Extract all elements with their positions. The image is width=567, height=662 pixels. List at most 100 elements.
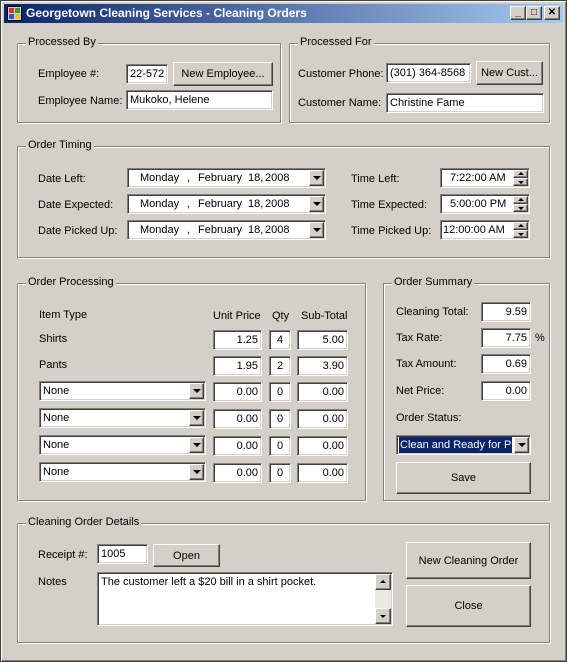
order-status-combo-button[interactable] (514, 437, 529, 453)
time-expected-value: 5:00:00 PM (450, 198, 507, 210)
time-expected-down-button[interactable] (513, 204, 528, 212)
scroll-up-icon (380, 580, 386, 583)
item-1-subtotal-field[interactable]: 0.00 (297, 382, 348, 402)
pants-qty-field[interactable]: 2 (269, 356, 291, 376)
employee-num-field[interactable]: 22-572 (126, 64, 168, 84)
item-type-combo-2[interactable]: None (39, 408, 206, 428)
time-expected-picker[interactable]: 5:00:00 PM (440, 194, 530, 214)
time-expected-up-button[interactable] (513, 196, 528, 204)
item-type-header: Item Type (39, 309, 88, 321)
shirts-qty-field[interactable]: 4 (269, 330, 291, 350)
cleaning-order-details-title: Cleaning Order Details (26, 516, 142, 528)
shirts-label: Shirts (39, 333, 68, 345)
scroll-down-button[interactable] (375, 608, 391, 624)
tax-rate-field[interactable]: 7.75 (481, 328, 531, 348)
time-picked-up-picker[interactable]: 12:00:00 AM (440, 220, 530, 240)
notes-scrollbar[interactable] (375, 574, 391, 624)
date-picked-up-month: February (198, 224, 243, 236)
cleaning-total-field[interactable]: 9.59 (481, 302, 531, 322)
date-picked-up-dropdown-button[interactable] (309, 222, 324, 238)
time-picked-up-value: 12:00:00 AM (443, 224, 505, 236)
time-left-down-button[interactable] (513, 178, 528, 186)
employee-name-field[interactable]: Mukoko, Helene (126, 90, 273, 110)
date-left-dropdown-button[interactable] (309, 170, 324, 186)
shirts-unit-price-field[interactable]: 1.25 (213, 330, 262, 350)
processed-by-title: Processed By (26, 36, 98, 48)
item-3-unit-price-field[interactable]: 0.00 (213, 436, 262, 456)
item-2-subtotal-field[interactable]: 0.00 (297, 409, 348, 429)
date-expected-label: Date Expected: (38, 199, 114, 211)
notes-label: Notes (38, 576, 67, 588)
chevron-down-icon (192, 443, 201, 447)
item-1-qty-field[interactable]: 0 (269, 382, 291, 402)
order-status-combo[interactable]: Clean and Ready for Pic (396, 435, 531, 455)
spin-up-icon (517, 198, 524, 201)
item-type-combo-1-value: None (43, 385, 70, 397)
receipt-label: Receipt #: (38, 549, 88, 561)
scroll-up-button[interactable] (375, 574, 391, 590)
new-employee-button[interactable]: New Employee... (173, 62, 273, 86)
receipt-num-field[interactable]: 1005 (97, 544, 148, 564)
item-type-combo-4[interactable]: None (39, 462, 206, 482)
save-button[interactable]: Save (396, 462, 531, 494)
minimize-icon: _ (515, 7, 521, 18)
shirts-subtotal-field[interactable]: 5.00 (297, 330, 348, 350)
employee-name-label: Employee Name: (38, 95, 123, 107)
item-type-combo-1-button[interactable] (189, 383, 204, 399)
unit-price-header: Unit Price (213, 310, 261, 322)
close-icon: ✕ (547, 7, 557, 18)
spin-down-icon (517, 207, 524, 210)
time-left-up-button[interactable] (513, 170, 528, 178)
tax-amount-field[interactable]: 0.69 (481, 354, 531, 374)
date-expected-comma: , (187, 198, 191, 210)
date-left-picker[interactable]: Monday , February 18, 2008 (127, 168, 326, 188)
item-3-subtotal-field[interactable]: 0.00 (297, 436, 348, 456)
item-4-unit-price-field[interactable]: 0.00 (213, 463, 262, 483)
time-picked-up-down-button[interactable] (513, 230, 528, 238)
time-expected-label: Time Expected: (351, 199, 428, 211)
notes-textarea[interactable]: The customer left a $20 bill in a shirt … (97, 572, 393, 626)
item-1-unit-price-field[interactable]: 0.00 (213, 382, 262, 402)
pants-unit-price-field[interactable]: 1.95 (213, 356, 262, 376)
date-left-year: 2008 (265, 172, 290, 184)
item-type-combo-3-value: None (43, 439, 70, 451)
date-left-date: 18, (248, 172, 264, 184)
time-picked-up-up-button[interactable] (513, 222, 528, 230)
spin-down-icon (517, 233, 524, 236)
item-type-combo-2-button[interactable] (189, 410, 204, 426)
item-type-combo-3[interactable]: None (39, 435, 206, 455)
pants-subtotal-field[interactable]: 3.90 (297, 356, 348, 376)
date-expected-day: Monday (140, 198, 180, 210)
chevron-down-icon (312, 202, 321, 206)
order-status-value: Clean and Ready for Pic (399, 437, 512, 453)
item-type-combo-4-button[interactable] (189, 464, 204, 480)
item-type-combo-3-button[interactable] (189, 437, 204, 453)
date-expected-picker[interactable]: Monday , February 18, 2008 (127, 194, 326, 214)
open-button[interactable]: Open (153, 544, 220, 567)
item-4-qty-field[interactable]: 0 (269, 463, 291, 483)
item-2-qty-field[interactable]: 0 (269, 409, 291, 429)
net-price-field[interactable]: 0.00 (481, 381, 531, 401)
item-type-combo-1[interactable]: None (39, 381, 206, 401)
date-picked-up-year: 2008 (265, 224, 290, 236)
window-title: Georgetown Cleaning Services - Cleaning … (26, 6, 307, 20)
date-picked-up-picker[interactable]: Monday , February 18, 2008 (127, 220, 326, 240)
close-window-button[interactable]: ✕ (544, 6, 560, 20)
date-expected-dropdown-button[interactable] (309, 196, 324, 212)
maximize-button[interactable]: □ (526, 6, 542, 20)
minimize-button[interactable]: _ (510, 6, 526, 20)
time-left-picker[interactable]: 7:22:00 AM (440, 168, 530, 188)
customer-phone-field[interactable]: (301) 364-8568 (386, 63, 471, 83)
item-4-subtotal-field[interactable]: 0.00 (297, 463, 348, 483)
tax-amount-label: Tax Amount: (396, 358, 457, 370)
new-customer-button[interactable]: New Cust... (476, 61, 543, 85)
item-3-qty-field[interactable]: 0 (269, 436, 291, 456)
spin-up-icon (517, 172, 524, 175)
close-button[interactable]: Close (406, 585, 531, 627)
date-picked-up-label: Date Picked Up: (38, 225, 118, 237)
title-bar[interactable]: Georgetown Cleaning Services - Cleaning … (4, 4, 563, 23)
new-cleaning-order-button[interactable]: New Cleaning Order (406, 542, 531, 579)
item-2-unit-price-field[interactable]: 0.00 (213, 409, 262, 429)
order-summary-title: Order Summary (392, 276, 475, 288)
customer-name-field[interactable]: Christine Fame (386, 93, 544, 113)
